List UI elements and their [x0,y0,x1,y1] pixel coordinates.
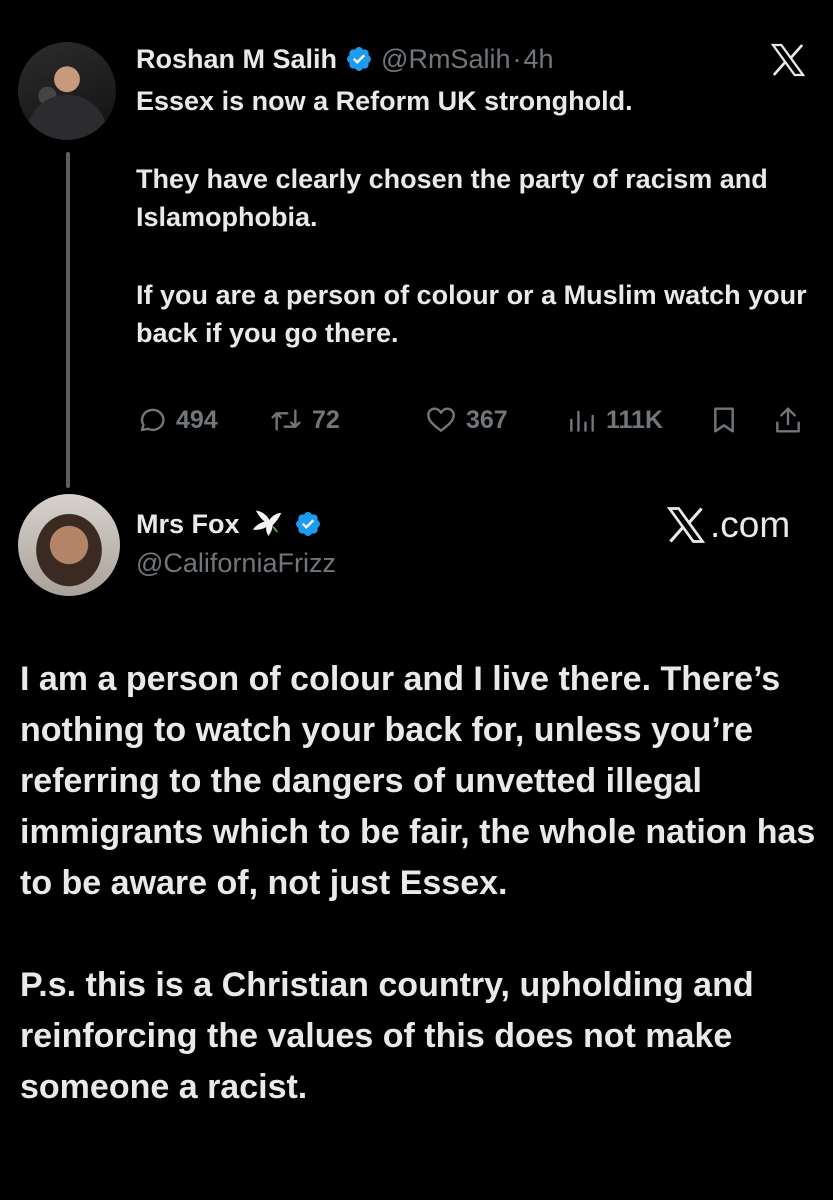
author-handle[interactable]: @RmSalih [381,44,510,75]
reply-icon [140,408,165,432]
bookmark-icon [714,407,734,433]
x-com-watermark: .com [664,500,790,550]
share-button[interactable] [772,396,804,444]
separator-dot: · [512,43,522,74]
author-name[interactable]: Mrs Fox [136,509,240,540]
thread-connector-line [66,152,70,488]
view-count: 111K [606,405,664,434]
like-button[interactable]: 367 [424,396,508,444]
reply-paragraph: P.s. this is a Christian country, uphold… [20,966,754,1106]
tweet-header: Roshan M Salih @RmSalih · 4h [136,40,554,78]
bookmark-button[interactable] [708,396,740,444]
heart-icon [427,407,455,432]
author-handle[interactable]: @CaliforniaFrizz [136,548,336,579]
post-time[interactable]: 4h [523,44,553,75]
share-icon [776,407,800,433]
reply-count: 494 [176,405,218,434]
avatar[interactable] [18,42,116,140]
verified-badge-icon [347,47,371,71]
author-name[interactable]: Roshan M Salih [136,44,337,75]
tweet-body: Essex is now a Reform UK stronghold. The… [136,82,816,353]
repost-icon [271,409,301,431]
tweet-paragraph: Essex is now a Reform UK stronghold. [136,86,633,116]
repost-button[interactable]: 72 [268,396,340,444]
watermark-domain: .com [710,504,791,545]
tweet-paragraph: They have clearly chosen the party of ra… [136,163,768,233]
views-icon [570,410,594,432]
views-button[interactable]: 111K [566,396,663,444]
x-logo-icon [666,507,706,543]
dove-emoji-icon [252,510,281,536]
like-count: 367 [466,405,508,434]
repost-count: 72 [312,405,340,434]
reply-body: I am a person of colour and I live there… [20,654,820,1113]
avatar[interactable] [18,494,120,596]
reply-paragraph: I am a person of colour and I live there… [20,660,816,902]
verified-badge-icon [295,512,320,536]
tweet-paragraph: If you are a person of colour or a Musli… [136,279,807,349]
x-logo-icon[interactable] [768,40,808,80]
engagement-bar: 494 72 367 111K [136,396,816,444]
reply-header: Mrs Fox [136,502,322,546]
reply-button[interactable]: 494 [136,396,218,444]
